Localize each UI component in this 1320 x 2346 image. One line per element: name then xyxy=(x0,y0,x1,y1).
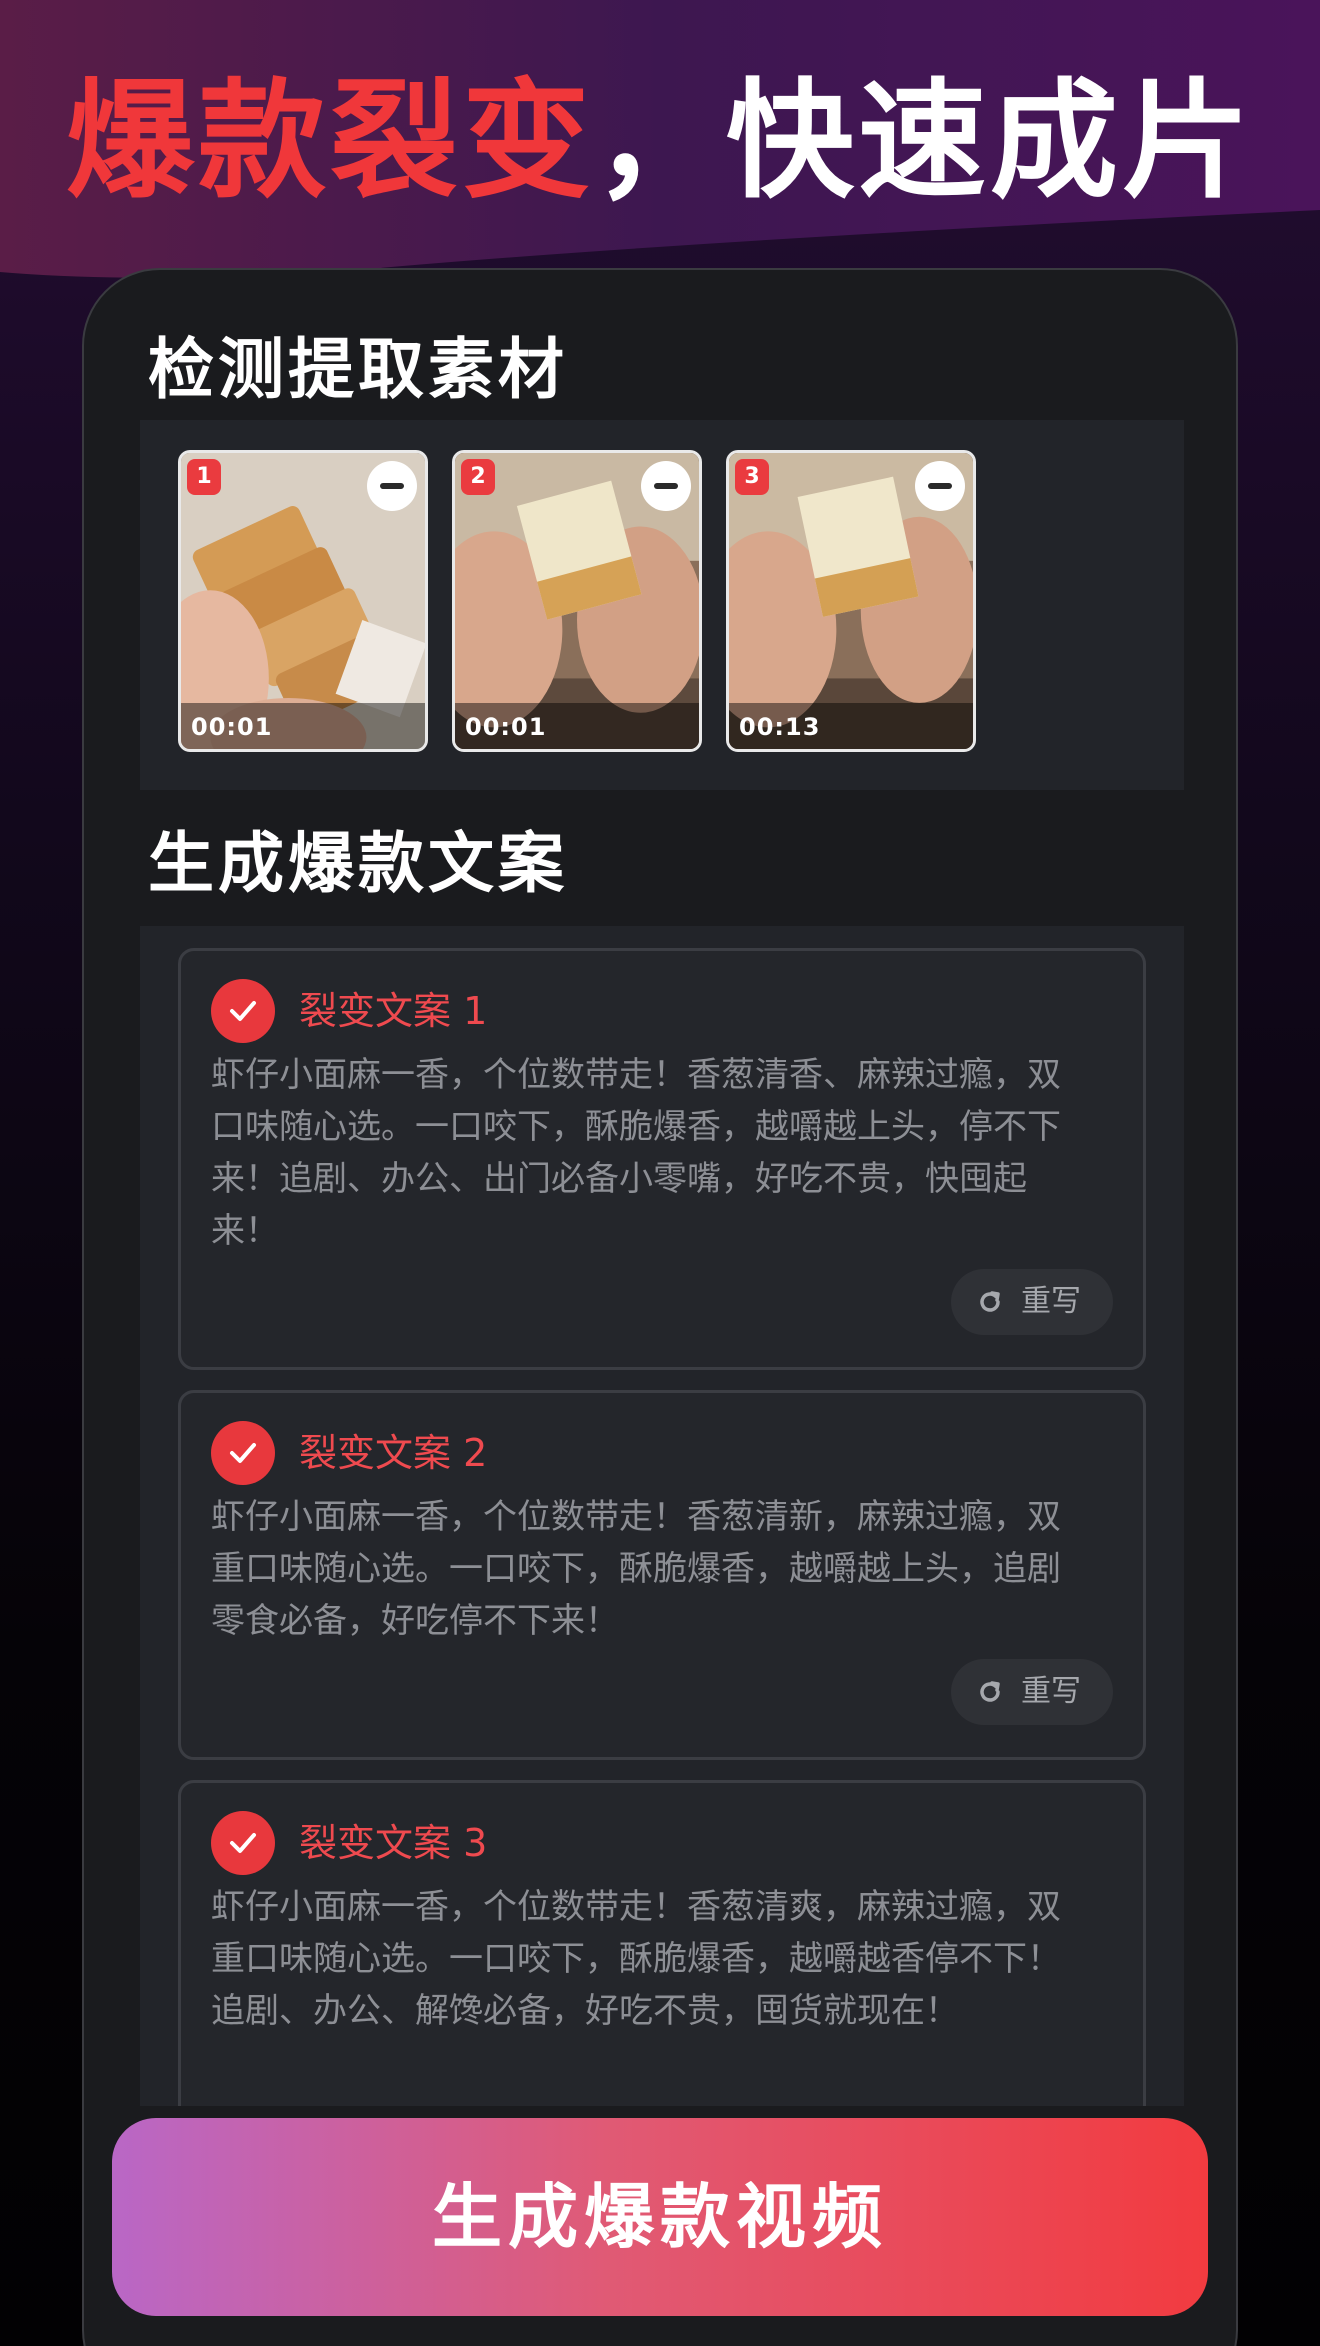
phone-frame: 检测提取素材 1 00:01 2 00:01 3 00:13 生成爆款文案 裂变… xyxy=(82,268,1238,2346)
thumbnail-index: 3 xyxy=(735,459,769,495)
material-thumbnail[interactable]: 3 00:13 xyxy=(726,450,976,752)
copy-card-text: 虾仔小面麻一香，个位数带走！香葱清香、麻辣过瘾，双口味随心选。一口咬下，酥脆爆香… xyxy=(211,1055,1061,1251)
refresh-icon xyxy=(980,1681,1000,1702)
remove-icon[interactable] xyxy=(367,461,417,511)
refresh-icon xyxy=(980,1291,1000,1312)
thumbnail-index: 1 xyxy=(187,459,221,495)
materials-panel: 1 00:01 2 00:01 3 00:13 xyxy=(140,420,1184,790)
check-icon[interactable] xyxy=(211,1811,275,1875)
screen: 爆款裂变，快速成片 检测提取素材 1 00:01 2 00:01 3 00:13… xyxy=(0,0,1320,2346)
copywriting-section-title: 生成爆款文案 xyxy=(148,825,568,902)
rewrite-button[interactable]: 重写 xyxy=(951,1659,1113,1725)
copy-card[interactable]: 裂变文案 2 虾仔小面麻一香，个位数带走！香葱清新，麻辣过瘾，双重口味随心选。一… xyxy=(178,1390,1146,1760)
material-thumbnail[interactable]: 2 00:01 xyxy=(452,450,702,752)
generate-video-button[interactable]: 生成爆款视频 xyxy=(112,2118,1208,2316)
copy-card-title: 裂变文案 1 xyxy=(299,989,488,1033)
copy-card-title: 裂变文案 3 xyxy=(299,1821,488,1865)
remove-icon[interactable] xyxy=(641,461,691,511)
thumbnail-index: 2 xyxy=(461,459,495,495)
thumbnail-duration: 00:01 xyxy=(465,713,547,741)
rewrite-label: 重写 xyxy=(1021,1674,1081,1709)
copy-card-text: 虾仔小面麻一香，个位数带走！香葱清爽，麻辣过瘾，双重口味随心选。一口咬下，酥脆爆… xyxy=(211,1887,1061,2031)
hero-title-highlight: 爆款裂变 xyxy=(65,67,594,216)
copy-card-title: 裂变文案 2 xyxy=(299,1431,488,1475)
check-icon[interactable] xyxy=(211,1421,275,1485)
thumbnail-duration: 00:13 xyxy=(739,713,821,741)
thumbnail-duration: 00:01 xyxy=(191,713,273,741)
hero-title-rest: ，快速成片 xyxy=(594,67,1255,216)
material-thumbnail[interactable]: 1 00:01 xyxy=(178,450,428,752)
copy-card[interactable]: 裂变文案 1 虾仔小面麻一香，个位数带走！香葱清香、麻辣过瘾，双口味随心选。一口… xyxy=(178,948,1146,1370)
copy-card[interactable]: 裂变文案 3 虾仔小面麻一香，个位数带走！香葱清爽，麻辣过瘾，双重口味随心选。一… xyxy=(178,1780,1146,2106)
copy-card-text: 虾仔小面麻一香，个位数带走！香葱清新，麻辣过瘾，双重口味随心选。一口咬下，酥脆爆… xyxy=(211,1497,1061,1641)
copywriting-panel: 裂变文案 1 虾仔小面麻一香，个位数带走！香葱清香、麻辣过瘾，双口味随心选。一口… xyxy=(140,926,1184,2106)
hero-title: 爆款裂变，快速成片 xyxy=(0,62,1320,222)
rewrite-label: 重写 xyxy=(1021,1284,1081,1319)
materials-section-title: 检测提取素材 xyxy=(148,331,568,408)
check-icon[interactable] xyxy=(211,979,275,1043)
rewrite-button[interactable]: 重写 xyxy=(951,1269,1113,1335)
remove-icon[interactable] xyxy=(915,461,965,511)
